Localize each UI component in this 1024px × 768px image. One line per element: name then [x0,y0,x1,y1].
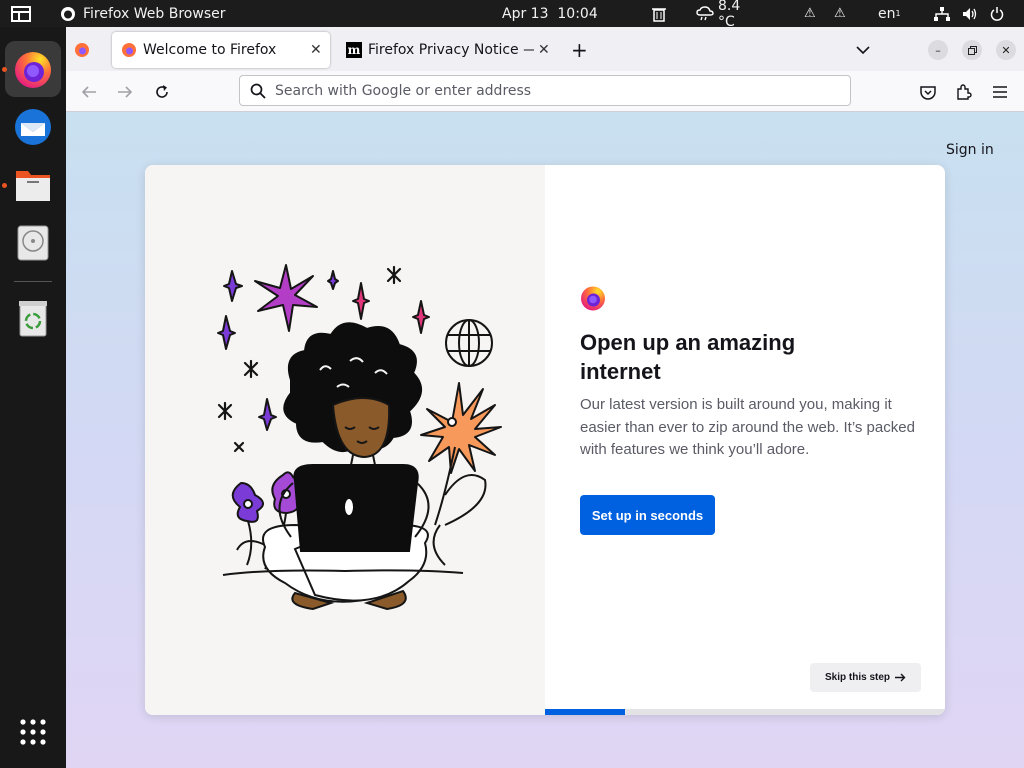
forward-button[interactable] [112,79,138,105]
welcome-heading: Open up an amazing internet [580,330,796,384]
dock-trash[interactable] [5,290,61,346]
firefox-small-icon [61,6,75,21]
back-button[interactable] [76,79,102,105]
tab-bar: Welcome to Firefox ✕ m Firefox Privacy N… [66,27,1024,71]
back-arrow-icon [81,86,96,98]
app-menu-button[interactable] [987,79,1013,105]
tab-privacy-notice[interactable]: m Firefox Privacy Notice — ✕ [338,32,560,68]
weather-icon [696,5,714,22]
minimize-icon: – [935,43,941,57]
top-bar: Firefox Web Browser Apr 13 10:04 8.4 °C … [0,0,1024,30]
menu-icon [993,86,1007,98]
close-tab-icon[interactable]: ✕ [538,42,550,58]
plus-icon: + [571,38,588,62]
person-with-laptop-illustration [217,264,502,611]
skip-label: Skip this step [824,672,890,683]
tab-welcome[interactable]: Welcome to Firefox ✕ [112,32,330,68]
close-window-button[interactable]: ✕ [996,40,1016,60]
text-panel: Open up an amazing internet Our latest v… [545,165,945,715]
illustration-panel [145,165,545,715]
reload-icon [156,85,168,98]
reload-button[interactable] [149,79,175,105]
progress-fill [545,709,625,715]
keyboard-layout: en 1 [878,5,901,22]
clock-label: Apr 13 10:04 [502,5,598,22]
firefox-view-icon [75,43,89,57]
page-content: Sign in Open up an amazing internet Our … [66,112,1024,768]
running-indicator [2,183,7,188]
dock-thunderbird[interactable] [5,99,61,155]
dock [0,27,66,768]
extensions-button[interactable] [951,79,977,105]
skip-step-button[interactable]: Skip this step [810,663,921,692]
mozilla-icon: m [346,42,362,58]
arrow-right-icon [895,673,906,682]
welcome-subtext: Our latest version is built around you, … [580,396,915,458]
restore-button[interactable] [962,40,982,60]
warning-icon: ⚠ [804,6,816,21]
minimize-button[interactable]: – [928,40,948,60]
tab-title: Welcome to Firefox [143,42,277,58]
firefox-tab-icon [122,43,136,57]
network-icon [934,6,950,21]
running-indicator [2,67,7,72]
app-name: Firefox Web Browser [83,5,226,22]
list-all-tabs-button[interactable] [856,32,876,68]
trash-icon [19,301,47,337]
browser-window: Welcome to Firefox ✕ m Firefox Privacy N… [66,27,1024,768]
onboarding-progress [545,709,945,715]
app-menu[interactable]: Firefox Web Browser [60,0,226,27]
firefox-icon [15,52,51,88]
weather-temp: 8.4 °C [718,0,741,30]
setup-button[interactable]: Set up in seconds [580,495,715,535]
thunderbird-icon [15,109,51,145]
restore-icon [967,45,977,55]
nav-bar [66,71,1024,112]
warning-icon: ⚠ [834,6,846,21]
chevron-down-icon [856,46,870,55]
firefox-logo-icon [581,286,605,311]
new-tab-button[interactable]: + [571,32,591,68]
app-grid-icon [20,719,46,745]
trash-tray-icon [652,6,666,22]
extensions-icon [957,84,972,100]
close-icon: ✕ [1001,43,1011,57]
workspaces-icon[interactable] [11,0,31,27]
tab-title: Firefox Privacy Notice — [368,42,534,58]
volume-icon [962,7,978,21]
pocket-button[interactable] [915,79,941,105]
dock-disk[interactable] [5,215,61,271]
files-icon [16,171,50,201]
url-bar[interactable] [239,75,851,106]
clock[interactable]: Apr 13 10:04 [502,0,598,27]
search-icon [250,83,266,99]
dock-separator [14,281,52,282]
disk-icon [17,225,49,261]
sign-in-link[interactable]: Sign in [946,142,994,158]
close-tab-icon[interactable]: ✕ [310,42,322,58]
power-icon [990,6,1004,21]
forward-arrow-icon [118,86,133,98]
dock-firefox[interactable] [5,41,61,97]
pocket-icon [920,85,936,100]
dock-files[interactable] [5,157,61,213]
onboarding-card: Open up an amazing internet Our latest v… [145,165,945,715]
firefox-view-button[interactable] [74,32,98,68]
url-input[interactable] [275,82,835,99]
show-apps-button[interactable] [5,704,61,760]
